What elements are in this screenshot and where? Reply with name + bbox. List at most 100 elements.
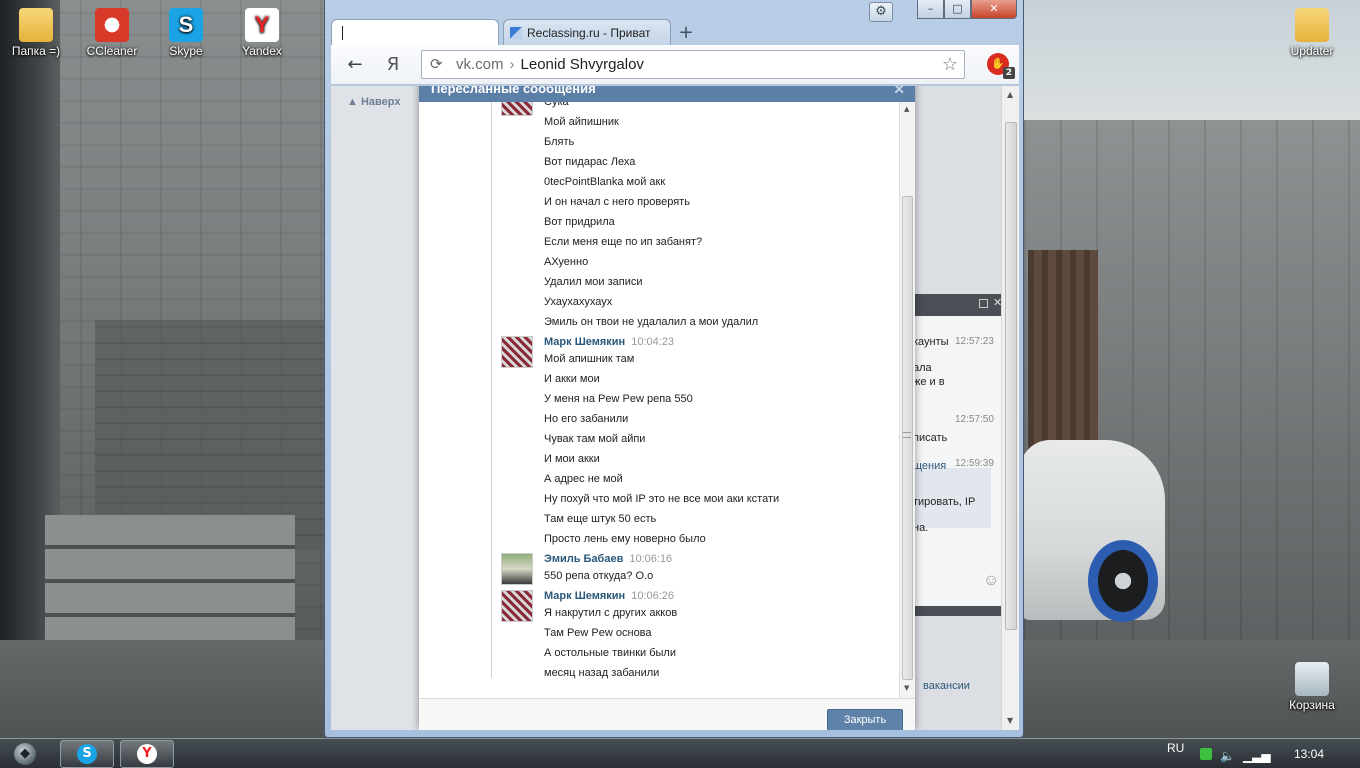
yandex-logo-button[interactable]: Я [381,53,405,77]
message-text: А остольные твинки были [544,647,676,659]
skype-icon: S [77,744,97,764]
page-left-column: ▲ Наверх [331,86,419,730]
avatar[interactable] [501,102,533,116]
chat-time: 12:59:39 [955,458,994,469]
folder-icon [1295,8,1329,42]
tab-reclassing[interactable]: Reclassing.ru - Приват [503,19,671,45]
chat-restore-icon[interactable] [979,299,988,308]
message-text: Сука [544,102,569,108]
message-text: 0tecPointBlanka мой акк [544,176,666,188]
author-name[interactable]: Марк Шемякин [544,336,625,348]
clock[interactable]: 13:04 [1294,739,1324,768]
wallpaper-steps [45,515,295,645]
reload-icon[interactable]: ⟳ [430,51,443,78]
taskbar-yandex-button[interactable]: Y [120,740,174,768]
extension-badge: 2 [1002,67,1015,79]
chat-time: 12:57:23 [955,336,994,347]
message-time: 10:04:23 [631,336,675,348]
author-name[interactable]: Марк Шемякин [544,590,625,602]
message-text: Но его забанили [544,413,629,425]
adblock-extension-icon[interactable]: ✋ 2 [987,53,1015,79]
security-shield-icon[interactable] [1200,748,1212,760]
author-name[interactable]: Эмиль Бабаев [544,553,623,565]
chat-line: на. [913,522,929,534]
desktop-icon-skype[interactable]: S Skype [154,2,218,58]
message-text: Чувак там мой айпи [544,433,646,445]
close-dialog-button[interactable]: Закрыть [827,709,903,730]
dialog-scrollbar[interactable]: ▲ ▼ [899,102,915,698]
address-bar[interactable]: ⟳ vk.com › Leonid Shvyrgalov ☆ [421,50,965,79]
dialog-close-icon[interactable]: ✕ [893,86,905,98]
chat-time: 12:57:50 [955,414,994,425]
volume-icon[interactable]: 🔈 [1220,749,1235,763]
url-host: vk.com [456,56,504,73]
chat-line: тировать, IP [913,496,976,508]
dialog-messages: Сука Мой айпишник Блять Вот пидарас Леха 0te… [419,102,899,698]
scroll-up-icon[interactable]: ▲ [1007,90,1013,99]
message-time: 10:06:16 [629,553,673,565]
bookmark-star-icon[interactable]: ☆ [942,51,958,78]
minimize-button[interactable]: – [917,0,944,19]
vacancies-link[interactable]: вакансии [923,680,970,692]
desktop-icon-recycle-bin[interactable]: Корзина [1280,656,1344,712]
browser-window: ⚙ – □ ✕ Reclassing.ru - Приват + ← Я ⟳ v… [324,0,1024,738]
page-scrollbar-thumb[interactable] [1005,122,1017,630]
start-button[interactable]: ◆ [14,743,36,765]
back-arrow-icon[interactable]: ← [343,53,367,77]
scroll-down-icon[interactable]: ▼ [904,684,909,692]
avatar[interactable] [501,590,533,622]
scroll-up-icon[interactable]: ▲ [904,105,909,113]
browser-toolbar: ← Я ⟳ vk.com › Leonid Shvyrgalov ☆ ✋ 2 [331,45,1019,85]
desktop-icon-ccleaner[interactable]: CCleaner [80,2,144,58]
settings-gear-icon[interactable]: ⚙ [869,2,893,22]
avatar[interactable] [501,336,533,368]
scroll-grip [903,432,911,438]
dialog-scrollbar-thumb[interactable] [902,196,913,680]
message-text: Мой апишник там [544,353,635,365]
scroll-down-icon[interactable]: ▼ [1007,716,1013,725]
message-text: Там еще штук 50 есть [544,513,657,525]
close-window-button[interactable]: ✕ [971,0,1017,19]
folder-icon [19,8,53,42]
message-text: Если меня еще по ип забанят? [544,236,703,248]
taskbar-skype-button[interactable]: S [60,740,114,768]
desktop-icon-yandex[interactable]: Y Yandex [230,2,294,58]
chat-line: каунты [913,336,949,348]
tray-icons: 🔈 ▁▃▅ [1200,741,1271,768]
network-signal-icon[interactable]: ▁▃▅ [1243,749,1271,763]
message-text: А адрес не мой [544,473,623,485]
message-text: И акки мои [544,373,600,385]
url-page-title: Leonid Shvyrgalov [520,56,644,73]
maximize-button[interactable]: □ [944,0,971,19]
desktop-icon-label: Skype [169,44,203,58]
taskbar: ◆ S Y RU 🔈 ▁▃▅ 13:04 [0,738,1360,768]
smiley-icon[interactable]: ☺ [983,572,999,590]
message-text: У меня на Pew Pew репа 550 [544,393,693,405]
dialog-title: Пересланные сообщения [431,86,596,96]
page-scrollbar[interactable]: ▲ ▼ [1001,86,1019,730]
new-tab-button[interactable]: + [675,23,697,45]
window-controls: – □ ✕ [917,0,1017,19]
desktop-icon-updater[interactable]: Updater [1280,2,1344,58]
avatar[interactable] [501,553,533,585]
tab-active[interactable] [331,19,499,45]
message-text: Блять [544,136,575,148]
desktop-icon-label: Папка =) [11,44,61,58]
language-indicator[interactable]: RU [1167,733,1184,763]
message-text: АХуенно [544,256,589,268]
message-author[interactable]: Эмиль Бабаев 10:06:16 [544,553,672,565]
message-text: Просто лень ему новерно было [544,533,706,545]
desktop-icon-label: Yandex [242,44,282,58]
wallpaper-car-wheel [1088,540,1158,622]
message-author[interactable]: Марк Шемякин 10:06:26 [544,590,674,602]
desktop-icon-label: Updater [1290,44,1334,58]
dialog-header: Пересланные сообщения ✕ [419,86,915,102]
forwarded-messages-dialog: Пересланные сообщения ✕ Сука Мой айпишник… [419,86,915,730]
chat-line: ала [913,362,932,374]
back-to-top-link[interactable]: ▲ Наверх [347,96,400,108]
message-text: Ну похуй что мой IP это не все мои аки к… [544,493,780,505]
message-text: 550 репа откуда? О.о [544,570,654,582]
text-caret [342,25,343,40]
desktop-icon-folder[interactable]: Папка =) [4,2,68,58]
message-author[interactable]: Марк Шемякин 10:04:23 [544,336,674,348]
